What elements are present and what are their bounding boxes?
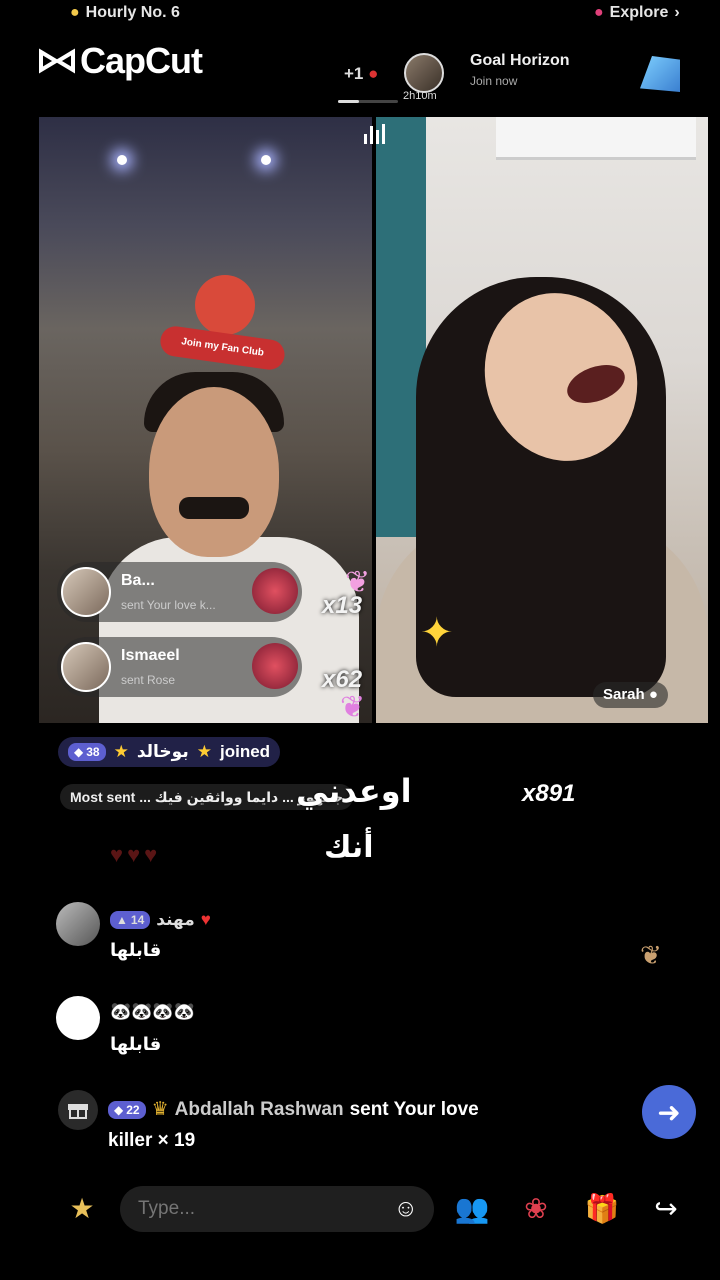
level-badge: ▲ 14 (110, 911, 151, 929)
host-progress (338, 100, 398, 103)
gift-box-icon (58, 1090, 98, 1130)
level-number: 14 (130, 913, 145, 927)
gift-icon (252, 568, 298, 614)
level-number: 38 (86, 745, 100, 759)
avatar (61, 642, 111, 692)
level-badge: ◆ 38 (68, 743, 106, 761)
avatar (61, 567, 111, 617)
panda-icon: ● (648, 686, 658, 703)
flame-icon: ● (70, 4, 80, 21)
apple-icon: ● (368, 64, 379, 83)
diamond-icon: ◆ (114, 1102, 124, 1117)
chat-name: مهند (156, 910, 195, 929)
rose-gift-button[interactable]: ❀ (516, 1188, 556, 1228)
panda-avatar[interactable] (56, 996, 100, 1040)
explore-icon: ● (594, 4, 604, 21)
butterfly-icon: ❦ (640, 940, 662, 970)
likes-counter: +1 ● (344, 64, 378, 84)
goal-title: Goal Horizon (470, 52, 570, 69)
guests-button[interactable]: 👥 (452, 1188, 492, 1228)
arrow-right-icon: ➜ (657, 1096, 681, 1128)
hourly-ranking[interactable]: ● Hourly No. 6 (70, 4, 180, 22)
goal-widget[interactable]: Goal Horizon Join now (470, 52, 570, 88)
goal-cube-icon (640, 56, 680, 92)
sender-name[interactable]: Abdallah Rashwan (175, 1099, 344, 1121)
audio-level-icon (361, 118, 387, 144)
level-number: 22 (126, 1102, 140, 1117)
rose-icon (252, 643, 298, 689)
star-icon: ★ (69, 1192, 95, 1224)
gift-icon: 🎁 (584, 1192, 620, 1224)
gift-sender-name: Ismaeel (121, 647, 180, 664)
triangle-icon: ▲ (116, 913, 128, 927)
joined-notification: ◆ 38 ★ بوخالد ★ joined (58, 737, 281, 767)
share-icon: ↪ (654, 1192, 678, 1224)
gift-button[interactable]: 🎁 (582, 1188, 622, 1228)
hearts-icon: ♥♥♥ (110, 842, 162, 867)
gift-sender-name: Ba... (121, 572, 155, 589)
star-icon: ★ (113, 742, 129, 761)
gift-action: sent Your love (349, 1098, 479, 1120)
comment-input[interactable] (136, 1197, 394, 1221)
star-shortcut-button[interactable]: ★ (62, 1188, 102, 1228)
chat-username[interactable]: 🐼🐼🐼🐼 (110, 1002, 195, 1022)
star-icon: ★ (196, 742, 212, 761)
heart-icon: ♥ (200, 910, 211, 929)
host-video[interactable] (39, 117, 372, 723)
brand-name: CapCut (80, 40, 203, 81)
level-badge: ◆ 22 (108, 1100, 146, 1119)
host-duration: 2h10m (403, 90, 437, 102)
capcut-logo-icon (39, 48, 75, 74)
chevron-right-icon: › (674, 4, 680, 21)
goal-action: Join now (470, 74, 518, 88)
plus-one-text: +1 (344, 64, 364, 83)
share-arrow-button[interactable]: ➜ (642, 1085, 696, 1139)
most-sent-count: x891 (522, 780, 576, 807)
explore-button[interactable]: ● Explore › (594, 4, 680, 22)
guest-name-tag[interactable]: Sarah ● (593, 682, 668, 708)
gift-count: × 19 (157, 1130, 196, 1151)
avatar[interactable] (56, 902, 100, 946)
hourly-label: Hourly No. 6 (85, 4, 180, 21)
butterfly-icon: ❦ (345, 566, 371, 599)
chat-username[interactable]: ▲ 14 مهند ♥ (110, 910, 211, 930)
sparkle-icon: ✦ (420, 611, 454, 655)
gift-system-message: ◆ 22 ♛ Abdallah Rashwan sent Your love (108, 1098, 479, 1121)
comment-input-box[interactable]: ☺ (120, 1186, 434, 1232)
chat-message: قابلها (110, 1034, 162, 1054)
rose-icon: ❀ (524, 1192, 548, 1224)
crown-icon: ♛ (151, 1099, 169, 1120)
gift-name: killer (108, 1130, 153, 1151)
joined-user-name: بوخالد (136, 742, 189, 761)
share-button[interactable]: ↪ (646, 1188, 686, 1228)
caption-line-2: أنك (324, 831, 374, 864)
host-avatar[interactable] (404, 53, 444, 93)
gift-description: sent Your love k... (121, 598, 216, 612)
people-icon: 👥 (454, 1192, 490, 1224)
gift-description: sent Rose (121, 673, 176, 687)
chat-message: قابلها (110, 940, 162, 960)
capcut-watermark: CapCut (38, 40, 203, 82)
joined-status: joined (219, 742, 271, 761)
gift-detail: killer × 19 (108, 1130, 195, 1152)
fan-club-button[interactable]: Join my Fan Club (158, 255, 290, 380)
caption-line-1: اوعدني (296, 773, 412, 809)
chat-name: 🐼🐼🐼🐼 (110, 1002, 195, 1021)
diamond-icon: ◆ (74, 745, 84, 759)
explore-label: Explore (609, 4, 669, 21)
gift-notification: Ismaeel sent Rose (57, 637, 302, 697)
gift-notification: Ba... sent Your love k... (57, 562, 302, 622)
butterfly-icon: ❦ (340, 691, 366, 724)
heart-icon (195, 275, 255, 335)
emoji-icon[interactable]: ☺ (393, 1195, 418, 1223)
guest-name: Sarah (603, 686, 645, 703)
